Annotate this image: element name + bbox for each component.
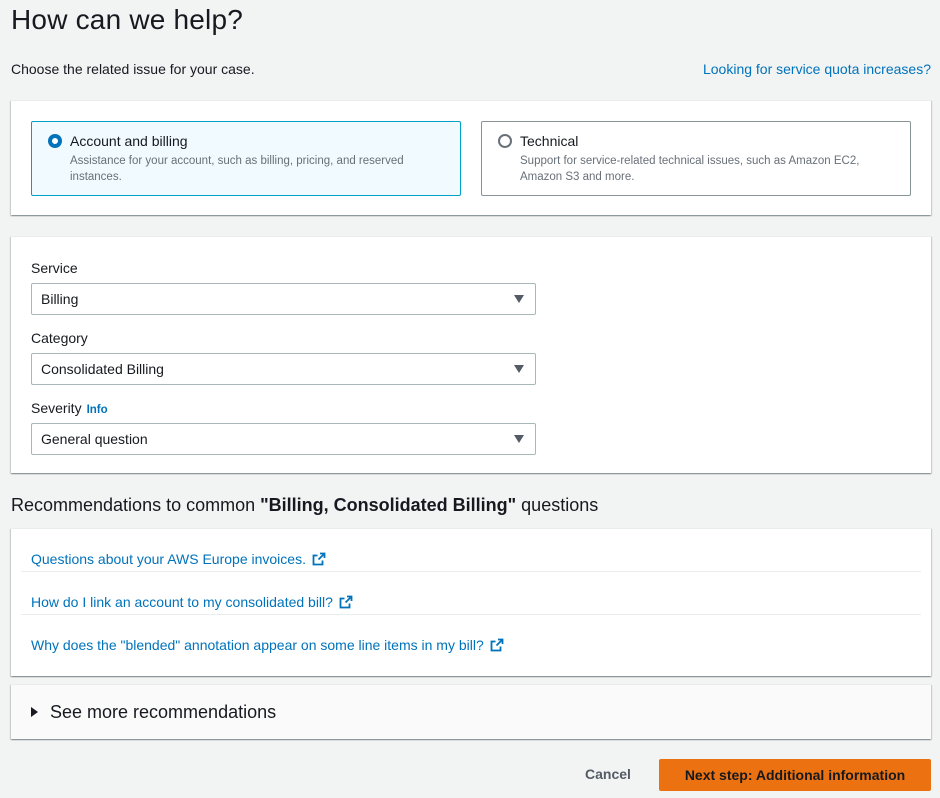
caret-down-icon [514, 365, 524, 373]
recommendations-heading-topic: "Billing, Consolidated Billing" [260, 495, 517, 515]
list-item: Questions about your AWS Europe invoices… [21, 529, 921, 572]
recommendation-link-text: Questions about your AWS Europe invoices… [31, 551, 306, 567]
severity-label-group: Severity Info [31, 400, 108, 416]
recommendations-heading-suffix: questions [516, 495, 599, 515]
see-more-panel: See more recommendations [11, 684, 931, 739]
caret-right-icon [31, 707, 38, 717]
case-details-panel: Service Billing Category Consolidated Bi… [11, 236, 931, 473]
technical-radio[interactable] [498, 134, 512, 148]
recommendation-link-text: Why does the "blended" annotation appear… [31, 637, 484, 653]
account-billing-tile[interactable]: Account and billing Assistance for your … [31, 121, 461, 196]
severity-select-value: General question [41, 431, 148, 447]
category-label: Category [31, 330, 88, 346]
severity-label: Severity [31, 400, 82, 416]
caret-down-icon [514, 295, 524, 303]
caret-down-icon [514, 435, 524, 443]
recommendations-heading-prefix: Recommendations to common [11, 495, 261, 515]
recommendation-link-text: How do I link an account to my consolida… [31, 594, 333, 610]
recommendations-panel: Questions about your AWS Europe invoices… [11, 528, 931, 676]
technical-title: Technical [520, 133, 579, 149]
list-item: Why does the "blended" annotation appear… [21, 615, 921, 658]
recommendation-link-europe-invoices[interactable]: Questions about your AWS Europe invoices… [31, 551, 326, 567]
severity-info-link[interactable]: Info [87, 404, 108, 416]
external-link-icon [490, 638, 504, 652]
see-more-label: See more recommendations [50, 702, 277, 722]
service-quota-link[interactable]: Looking for service quota increases? [703, 61, 931, 77]
cancel-button[interactable]: Cancel [585, 766, 631, 782]
account-billing-description: Assistance for your account, such as bil… [70, 155, 404, 183]
technical-tile[interactable]: Technical Support for service-related te… [481, 121, 911, 196]
category-select-value: Consolidated Billing [41, 361, 164, 377]
recommendations-heading: Recommendations to common "Billing, Cons… [11, 495, 598, 516]
account-billing-title: Account and billing [70, 133, 188, 149]
page-subtitle: Choose the related issue for your case. [11, 61, 255, 77]
recommendation-link-consolidated-bill[interactable]: How do I link an account to my consolida… [31, 594, 353, 610]
recommendation-link-blended-annotation[interactable]: Why does the "blended" annotation appear… [31, 637, 504, 653]
page-title: How can we help? [11, 4, 243, 35]
external-link-icon [339, 595, 353, 609]
account-billing-radio[interactable] [48, 134, 62, 148]
technical-description: Support for service-related technical is… [520, 155, 860, 183]
list-item: How do I link an account to my consolida… [21, 572, 921, 615]
service-label: Service [31, 260, 78, 276]
service-select[interactable]: Billing [31, 283, 536, 315]
category-select[interactable]: Consolidated Billing [31, 353, 536, 385]
severity-select[interactable]: General question [31, 423, 536, 455]
see-more-toggle[interactable]: See more recommendations [31, 702, 276, 723]
issue-type-panel: Account and billing Assistance for your … [11, 100, 931, 215]
external-link-icon [312, 552, 326, 566]
service-select-value: Billing [41, 291, 79, 307]
next-step-button[interactable]: Next step: Additional information [659, 759, 931, 791]
